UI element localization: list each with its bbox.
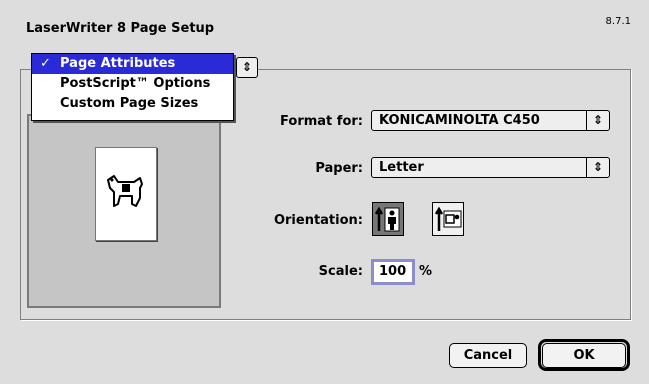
checkmark-icon: ✓ <box>40 56 51 71</box>
updown-arrows-icon: ⇕ <box>586 111 609 130</box>
paper-label: Paper: <box>315 161 363 176</box>
format-for-label: Format for: <box>280 114 363 129</box>
cancel-button[interactable]: Cancel <box>449 343 527 368</box>
menu-item-label: PostScript™ Options <box>60 76 211 91</box>
scale-input[interactable]: 100 <box>371 259 415 285</box>
menu-item-postscript-options[interactable]: PostScript™ Options <box>32 74 233 94</box>
page-preview <box>27 114 221 308</box>
ok-button[interactable]: OK <box>542 343 626 368</box>
orientation-label: Orientation: <box>273 213 363 228</box>
paper-select[interactable]: Letter ⇕ <box>371 157 610 178</box>
portrait-orientation-icon <box>374 206 400 232</box>
scale-label: Scale: <box>318 264 363 279</box>
scale-unit: % <box>419 264 433 279</box>
menu-item-label: Custom Page Sizes <box>60 96 199 111</box>
section-popup-button[interactable]: ⇕ <box>236 57 258 78</box>
menu-item-custom-page-sizes[interactable]: Custom Page Sizes <box>32 94 233 114</box>
dialog-title: LaserWriter 8 Page Setup <box>26 21 215 36</box>
section-menu[interactable]: ✓ Page Attributes PostScript™ Options Cu… <box>31 53 234 121</box>
updown-arrows-icon: ⇕ <box>241 60 253 74</box>
orientation-portrait-button[interactable] <box>372 202 404 236</box>
menu-item-page-attributes[interactable]: ✓ Page Attributes <box>32 54 233 74</box>
menu-item-label: Page Attributes <box>60 56 176 71</box>
paper-value: Letter <box>379 160 424 175</box>
format-for-value: KONICAMINOLTA C450 <box>379 113 540 128</box>
orientation-landscape-button[interactable] <box>432 202 464 236</box>
version-label: 8.7.1 <box>605 16 631 27</box>
updown-arrows-icon: ⇕ <box>586 158 609 177</box>
dogcow-icon <box>107 175 143 207</box>
format-for-select[interactable]: KONICAMINOLTA C450 ⇕ <box>371 110 610 131</box>
landscape-orientation-icon <box>434 206 462 231</box>
paper-preview <box>95 147 157 241</box>
